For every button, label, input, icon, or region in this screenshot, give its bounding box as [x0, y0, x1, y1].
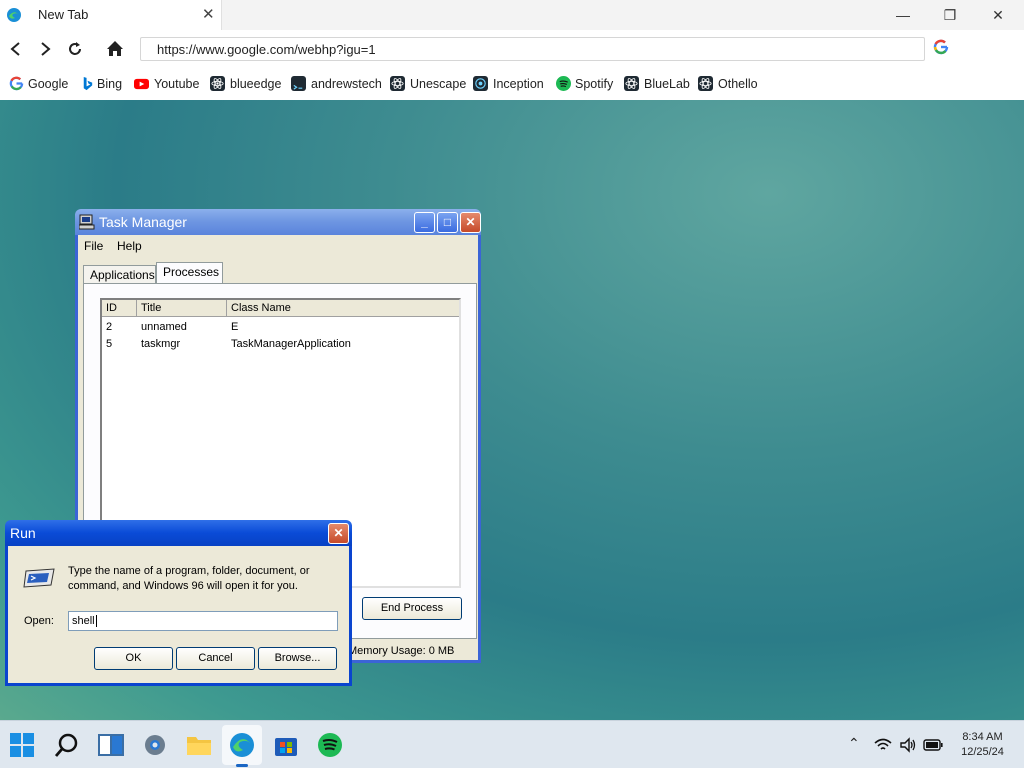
open-input[interactable]: shell: [68, 611, 338, 631]
window-title: Task Manager: [99, 214, 187, 230]
row-title: unnamed: [141, 321, 187, 333]
address-bar[interactable]: https://www.google.com/webhp?igu=1: [140, 37, 925, 61]
taskbar: ⌃ 8:34 AM 12/25/24: [0, 720, 1024, 768]
bookmark-label: Google: [28, 77, 69, 91]
row-class-name: E: [231, 321, 239, 333]
browser-navbar: https://www.google.com/webhp?igu=1: [0, 30, 1024, 68]
minimize-button[interactable]: _: [414, 212, 435, 233]
terminal-icon: [291, 76, 306, 91]
bookmark-label: Spotify: [575, 77, 614, 91]
bookmark-label: andrewstech: [311, 77, 382, 91]
spotify-icon: [556, 76, 571, 91]
close-button[interactable]: ✕: [328, 523, 349, 544]
run-icon: [23, 568, 55, 588]
battery-icon[interactable]: [923, 739, 943, 751]
react-icon: [210, 76, 225, 91]
bookmark-label: Unescape: [410, 77, 467, 91]
bookmarks-bar: Google Bing Youtube blueedge andrewstech: [0, 68, 1024, 100]
react-icon: [473, 76, 488, 91]
column-class-name[interactable]: Class Name: [227, 300, 459, 317]
react-icon: [698, 76, 713, 91]
bookmark-label: Youtube: [154, 77, 200, 91]
close-button[interactable]: ✕: [983, 4, 1013, 26]
row-title: taskmgr: [141, 338, 181, 350]
task-view-icon[interactable]: [97, 731, 125, 759]
task-manager-title-bar[interactable]: Task Manager _ □ ✕: [75, 209, 481, 235]
close-button[interactable]: ✕: [460, 212, 481, 233]
clock-time: 8:34 AM: [962, 731, 1003, 743]
open-input-value: shell: [72, 615, 95, 627]
menu-help[interactable]: Help: [117, 239, 142, 253]
forward-icon[interactable]: [34, 38, 56, 60]
active-app-indicator: [236, 764, 248, 767]
bookmark-label: blueedge: [230, 77, 282, 91]
window-title: Run: [10, 525, 36, 541]
column-title[interactable]: Title: [137, 300, 227, 317]
store-icon[interactable]: [272, 731, 300, 759]
clock-date: 12/25/24: [961, 746, 1004, 758]
tab-title: New Tab: [38, 7, 89, 22]
react-icon: [390, 76, 405, 91]
tab-close-button[interactable]: ✕: [202, 5, 215, 23]
tab-processes[interactable]: Processes: [156, 262, 223, 284]
start-icon[interactable]: [8, 731, 36, 759]
refresh-icon[interactable]: [64, 38, 86, 60]
browser-tab[interactable]: New Tab ✕: [0, 0, 222, 30]
cancel-button[interactable]: Cancel: [176, 647, 255, 670]
file-explorer-icon[interactable]: [185, 731, 213, 759]
restore-button[interactable]: ❐: [935, 4, 965, 26]
run-description: Type the name of a program, folder, docu…: [68, 565, 310, 592]
google-icon[interactable]: [933, 39, 949, 55]
chevron-up-icon[interactable]: ⌃: [848, 735, 860, 752]
system-clock[interactable]: 8:34 AM 12/25/24: [955, 730, 1010, 760]
run-dialog: Run ✕ Type the name of a program, folder…: [5, 520, 352, 686]
row-id: 2: [106, 321, 113, 333]
status-memory-usage: Memory Usage: 0 MB: [348, 645, 455, 657]
end-process-button[interactable]: End Process: [362, 597, 462, 620]
back-icon[interactable]: [5, 38, 27, 60]
ok-button[interactable]: OK: [94, 647, 173, 670]
bookmark-label: Othello: [718, 77, 758, 91]
settings-icon[interactable]: [141, 731, 169, 759]
home-icon[interactable]: [104, 38, 126, 60]
maximize-button[interactable]: □: [437, 212, 458, 233]
tab-applications[interactable]: Applications: [83, 265, 156, 285]
edge-icon[interactable]: [228, 731, 256, 759]
process-list-header: ID Title Class Name: [102, 300, 459, 317]
row-id: 5: [106, 338, 113, 350]
browser-title-bar: New Tab ✕ — ❐ ✕: [0, 0, 1024, 30]
open-label: Open:: [24, 615, 54, 627]
react-icon: [624, 76, 639, 91]
search-icon[interactable]: [53, 731, 81, 759]
wifi-icon[interactable]: [874, 738, 892, 752]
volume-icon[interactable]: [899, 737, 917, 753]
menu-bar: File Help: [78, 235, 478, 257]
menu-file[interactable]: File: [84, 239, 103, 253]
row-class-name: TaskManagerApplication: [231, 338, 351, 350]
edge-icon: [7, 8, 21, 22]
browse-button[interactable]: Browse...: [258, 647, 337, 670]
url-text: https://www.google.com/webhp?igu=1: [157, 42, 376, 57]
bookmark-label: Inception: [493, 77, 544, 91]
computer-icon: [79, 214, 95, 230]
bookmark-label: BlueLab: [644, 77, 690, 91]
google-icon: [9, 76, 24, 91]
youtube-icon: [134, 78, 149, 90]
column-id[interactable]: ID: [102, 300, 137, 317]
bookmark-label: Bing: [97, 77, 123, 91]
bing-icon: [83, 76, 93, 91]
spotify-icon[interactable]: [316, 731, 344, 759]
minimize-button[interactable]: —: [888, 4, 918, 26]
run-title-bar[interactable]: Run ✕: [5, 520, 352, 546]
